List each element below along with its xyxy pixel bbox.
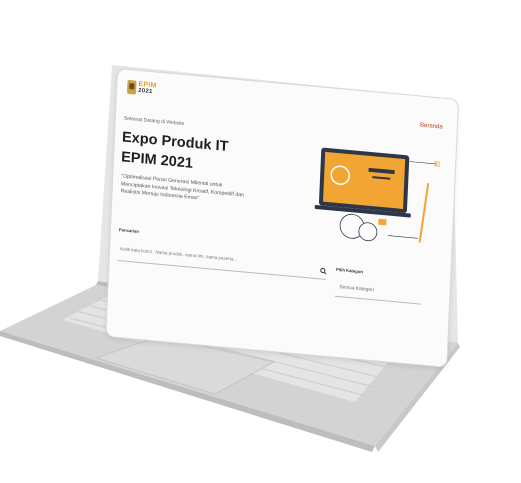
tagline-text: "Optimalisasi Peran Generasi Milenial un… — [120, 173, 245, 202]
search-label: Pencarian — [118, 227, 140, 234]
laptop-screen: EPIM 2021 Beranda Selamat Datang di Websi… — [106, 69, 459, 367]
page-title: Expo Produk IT EPIM 2021 — [121, 127, 263, 180]
category-label: Pilih Kategori — [336, 266, 364, 275]
hero-illustration — [314, 147, 440, 243]
welcome-text: Selamat Datang di Website — [123, 115, 185, 128]
epim-logo[interactable]: EPIM 2021 — [126, 78, 158, 99]
nav-home-link[interactable]: Beranda — [420, 123, 443, 131]
logo-wordmark: EPIM 2021 — [137, 80, 157, 96]
category-select[interactable]: Semua Kategori — [334, 278, 422, 305]
search-input[interactable] — [117, 237, 327, 280]
trophy-icon — [126, 79, 137, 95]
search-icon — [319, 267, 327, 275]
search-button[interactable] — [318, 265, 328, 276]
